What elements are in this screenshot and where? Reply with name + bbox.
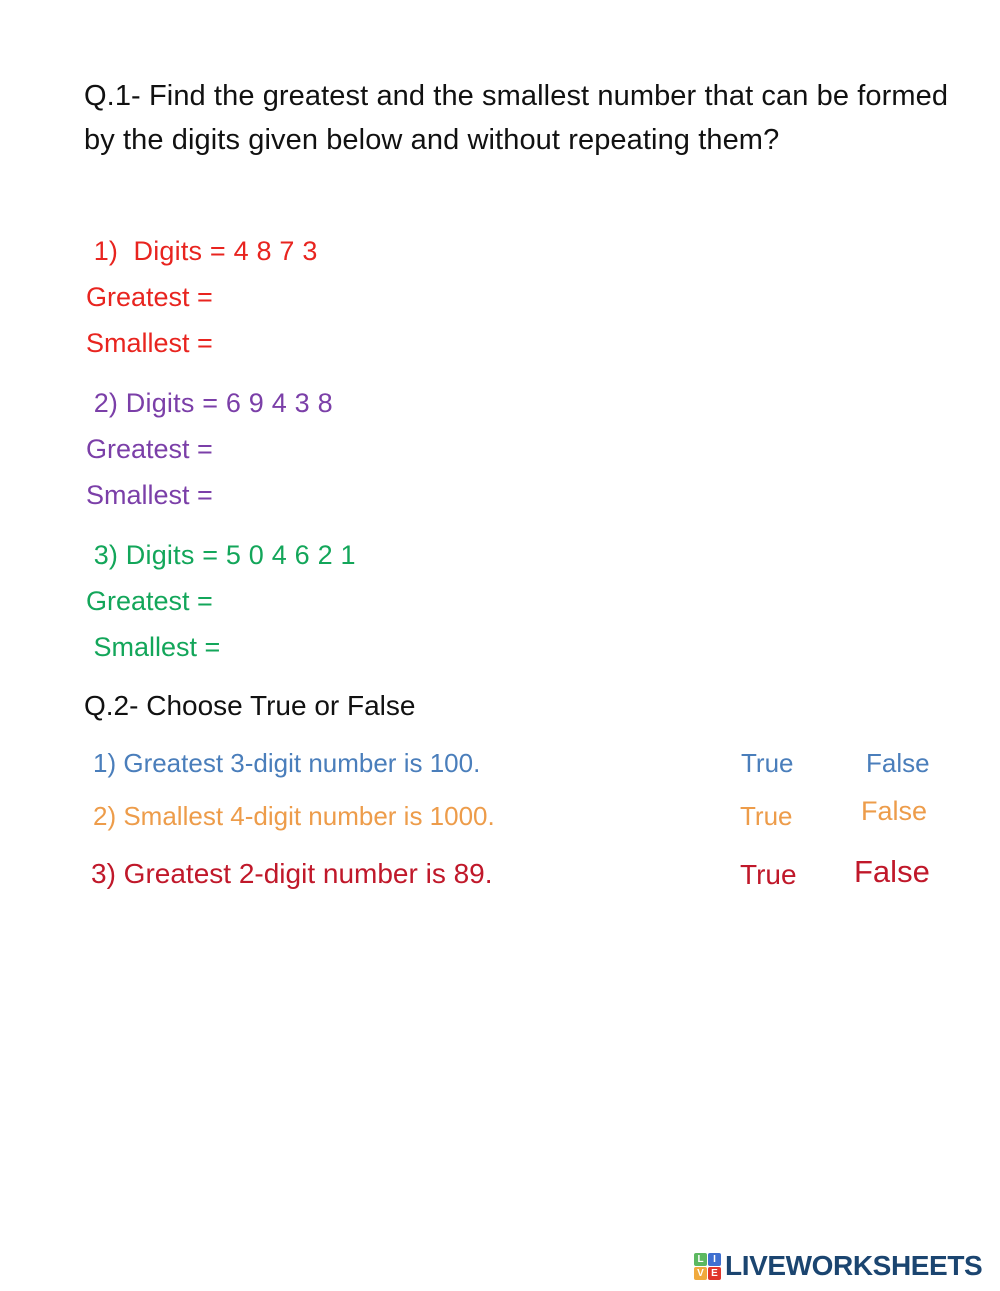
digits-line-2: 2) Digits = 6 9 4 3 8 <box>86 388 333 418</box>
tf-option-true-3[interactable]: True <box>740 859 797 891</box>
digit-group-1: 1) Digits = 4 8 7 3 Greatest = Smallest … <box>86 228 606 366</box>
smallest-line-3[interactable]: Smallest = <box>86 624 606 670</box>
tf-option-true-2[interactable]: True <box>740 801 793 832</box>
worksheet-page: Q.1- Find the greatest and the smallest … <box>0 0 1000 1291</box>
logo-tiles-icon: L I V E <box>694 1252 721 1280</box>
greatest-line-2[interactable]: Greatest = <box>86 426 606 472</box>
digit-group-2: 2) Digits = 6 9 4 3 8 Greatest = Smalles… <box>86 380 606 518</box>
true-false-row-3: 3) Greatest 2-digit number is 89. True F… <box>0 854 1000 904</box>
greatest-line-3[interactable]: Greatest = <box>86 578 606 624</box>
logo-tile-l: L <box>694 1252 707 1266</box>
question-1-heading: Q.1- Find the greatest and the smallest … <box>84 80 949 156</box>
tf-statement-3: 3) Greatest 2-digit number is 89. <box>91 858 493 889</box>
smallest-line-2[interactable]: Smallest = <box>86 472 606 518</box>
smallest-line-1[interactable]: Smallest = <box>86 320 606 366</box>
digits-line-1: 1) Digits = 4 8 7 3 <box>86 236 318 266</box>
digit-group-3: 3) Digits = 5 0 4 6 2 1 Greatest = Small… <box>86 532 606 670</box>
digits-line-3: 3) Digits = 5 0 4 6 2 1 <box>86 540 356 570</box>
liveworksheets-logo[interactable]: L I V E LIVEWORKSHEETS <box>694 1246 983 1286</box>
greatest-line-1[interactable]: Greatest = <box>86 274 606 320</box>
true-false-row-1: 1) Greatest 3-digit number is 100. True … <box>0 748 1000 794</box>
tf-option-false-3[interactable]: False <box>854 854 930 890</box>
tf-option-false-1[interactable]: False <box>866 748 930 779</box>
logo-tile-v: V <box>694 1266 707 1280</box>
logo-tile-i: I <box>708 1252 721 1266</box>
question-2-heading: Q.2- Choose True or False <box>84 690 416 721</box>
logo-tile-e: E <box>708 1266 721 1280</box>
tf-statement-1: 1) Greatest 3-digit number is 100. <box>93 748 481 778</box>
logo-wordmark: LIVEWORKSHEETS <box>725 1250 983 1281</box>
true-false-row-2: 2) Smallest 4-digit number is 1000. True… <box>0 796 1000 845</box>
tf-statement-2: 2) Smallest 4-digit number is 1000. <box>93 801 495 831</box>
tf-option-true-1[interactable]: True <box>741 748 794 779</box>
tf-option-false-2[interactable]: False <box>861 796 927 827</box>
